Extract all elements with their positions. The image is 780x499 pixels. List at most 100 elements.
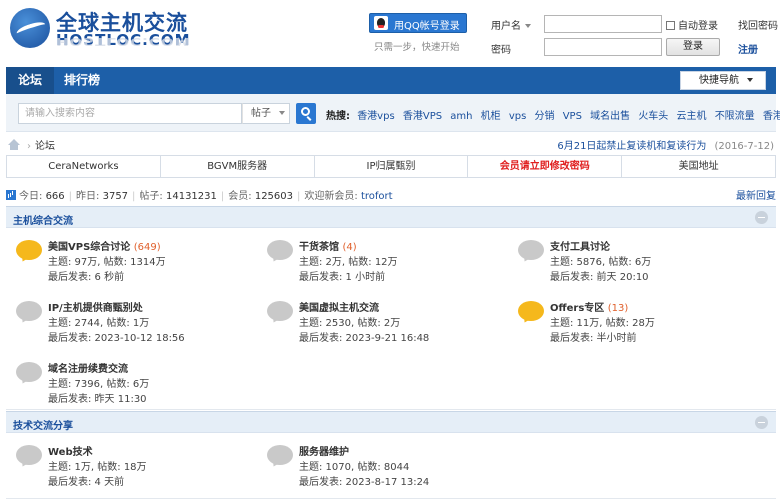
forum-stats: 主题: 11万, 帖数: 28万 — [550, 318, 655, 329]
breadcrumb-current[interactable]: 论坛 — [35, 141, 55, 152]
stat-members-label: 会员: — [228, 191, 252, 202]
featured-links: CeraNetworks BGVM服务器 IP归属甄别 会员请立即修改密码 美国… — [6, 155, 776, 178]
forum-name[interactable]: 干货茶馆 — [299, 242, 339, 253]
globe-logo-icon — [10, 8, 50, 48]
forum-last-post[interactable]: 最后发表: 前天 20:10 — [550, 268, 649, 283]
hot-keyword[interactable]: 机柜 — [481, 111, 501, 122]
forum-name[interactable]: 美国VPS综合讨论 — [48, 242, 130, 253]
forum-today-count: (4) — [342, 242, 357, 253]
search-type-select[interactable]: 帖子 — [242, 103, 290, 124]
chevron-down-icon — [747, 78, 753, 82]
forum-item[interactable]: 美国虚拟主机交流 主题: 2530, 帖数: 2万 最后发表: 2023-9-2… — [265, 299, 515, 349]
stat-today: 666 — [45, 191, 65, 202]
stat-posts-label: 帖子: — [139, 191, 163, 202]
forum-name[interactable]: 支付工具讨论 — [550, 242, 610, 253]
login-button[interactable]: 登录 — [666, 38, 720, 56]
featured-link[interactable]: IP归属甄别 — [315, 156, 469, 177]
search-bar: 请输入搜索内容 帖子 热搜: 香港vps 香港VPS amh 机柜 vps 分销… — [6, 94, 780, 132]
category-forums: Web技术 主题: 1万, 帖数: 18万 最后发表: 4 天前 服务器维护 主… — [6, 433, 776, 499]
forum-last-post[interactable]: 最后发表: 1 小时前 — [299, 268, 385, 283]
hot-search: 热搜: 香港vps 香港VPS amh 机柜 vps 分销 VPS 域名出售 火… — [326, 107, 780, 122]
category-forums: 美国VPS综合讨论 (649) 主题: 97万, 帖数: 1314万 最后发表:… — [6, 228, 776, 410]
forum-bubble-icon — [16, 362, 42, 382]
qq-login-button[interactable]: 用QQ帐号登录 — [369, 13, 467, 33]
forum-name[interactable]: Offers专区 — [550, 303, 604, 314]
site-logo[interactable]: 全球主机交流 HOSTLOC.COM HOSTLOC.COM — [6, 4, 206, 64]
quick-nav-button[interactable]: 快捷导航 — [680, 71, 766, 90]
forum-last-post[interactable]: 最后发表: 半小时前 — [550, 329, 637, 344]
forum-last-post[interactable]: 最后发表: 4 天前 — [48, 473, 124, 488]
hot-keyword[interactable]: 香港服务器 — [763, 111, 780, 122]
forum-item[interactable]: 域名注册续费交流 主题: 7396, 帖数: 6万 最后发表: 昨天 11:30 — [14, 360, 264, 410]
featured-link[interactable]: BGVM服务器 — [161, 156, 315, 177]
auto-login-checkbox[interactable] — [666, 21, 675, 30]
forum-stats: 主题: 2万, 帖数: 12万 — [299, 257, 398, 268]
hot-keyword[interactable]: 云主机 — [677, 111, 707, 122]
forum-item[interactable]: Web技术 主题: 1万, 帖数: 18万 最后发表: 4 天前 — [14, 443, 264, 493]
main-nav: 论坛 排行榜 快捷导航 — [6, 67, 776, 94]
hot-keyword[interactable]: 域名出售 — [590, 111, 630, 122]
featured-link[interactable]: CeraNetworks — [7, 156, 161, 177]
hot-keyword[interactable]: 香港vps — [357, 111, 394, 122]
forum-name[interactable]: 域名注册续费交流 — [48, 364, 128, 375]
hot-keyword[interactable]: VPS — [563, 111, 582, 122]
search-button[interactable] — [296, 103, 316, 124]
site-header: 全球主机交流 HOSTLOC.COM HOSTLOC.COM 用QQ帐号登录 只… — [0, 0, 780, 66]
stat-posts: 14131231 — [165, 191, 217, 202]
forum-last-post[interactable]: 最后发表: 6 秒前 — [48, 268, 124, 283]
auto-login-toggle[interactable]: 自动登录 — [666, 17, 718, 32]
announcement-date: (2016-7-12) — [714, 141, 774, 152]
forum-last-post[interactable]: 最后发表: 2023-8-17 13:24 — [299, 473, 429, 488]
featured-link-alert[interactable]: 会员请立即修改密码 — [468, 156, 623, 177]
breadcrumb: › 论坛 — [8, 137, 55, 152]
username-input[interactable] — [544, 15, 662, 33]
hot-keyword[interactable]: 香港VPS — [403, 111, 442, 122]
forum-name[interactable]: 服务器维护 — [299, 447, 349, 458]
category-title[interactable]: 主机综合交流 — [13, 212, 73, 227]
password-input[interactable] — [544, 38, 662, 56]
forum-name[interactable]: IP/主机提供商甄别处 — [48, 303, 143, 314]
home-icon[interactable] — [8, 139, 20, 150]
forum-item[interactable]: 支付工具讨论 主题: 5876, 帖数: 6万 最后发表: 前天 20:10 — [516, 238, 766, 288]
hot-keyword[interactable]: 火车头 — [638, 111, 668, 122]
collapse-icon[interactable] — [755, 416, 768, 429]
nav-item-ranking[interactable]: 排行榜 — [52, 67, 112, 94]
category-title[interactable]: 技术交流分享 — [13, 417, 73, 432]
quick-nav-label: 快捷导航 — [699, 75, 739, 86]
forum-name[interactable]: 美国虚拟主机交流 — [299, 303, 379, 314]
forum-item[interactable]: IP/主机提供商甄别处 主题: 2744, 帖数: 1万 最后发表: 2023-… — [14, 299, 264, 349]
hot-keyword[interactable]: 不限流量 — [715, 111, 755, 122]
forum-item[interactable]: 美国VPS综合讨论 (649) 主题: 97万, 帖数: 1314万 最后发表:… — [14, 238, 264, 288]
password-label: 密码 — [491, 45, 511, 56]
forum-last-post[interactable]: 最后发表: 昨天 11:30 — [48, 390, 147, 405]
search-type-label: 帖子 — [251, 108, 271, 119]
forum-last-post[interactable]: 最后发表: 2023-10-12 18:56 — [48, 329, 185, 344]
forum-stats: 主题: 5876, 帖数: 6万 — [550, 257, 652, 268]
nav-item-forum[interactable]: 论坛 — [6, 67, 55, 94]
announcement-link[interactable]: 6月21日起禁止复读机和复读行为 — [557, 141, 706, 152]
forum-item[interactable]: 服务器维护 主题: 1070, 帖数: 8044 最后发表: 2023-8-17… — [265, 443, 515, 493]
featured-link[interactable]: 美国地址 — [622, 156, 775, 177]
forum-today-count: (13) — [607, 303, 629, 314]
hot-keyword[interactable]: 分销 — [535, 111, 555, 122]
register-link[interactable]: 注册 — [738, 41, 758, 56]
forum-name[interactable]: Web技术 — [48, 447, 93, 458]
forum-last-post[interactable]: 最后发表: 2023-9-21 16:48 — [299, 329, 429, 344]
category-block: 主机综合交流 美国VPS综合讨论 (649) 主题: 97万, 帖数: 1314… — [6, 206, 776, 410]
latest-replies-link[interactable]: 最新回复 — [736, 187, 776, 202]
chevron-down-icon — [525, 24, 531, 28]
search-icon — [301, 107, 310, 116]
forum-item[interactable]: 干货茶馆 (4) 主题: 2万, 帖数: 12万 最后发表: 1 小时前 — [265, 238, 515, 288]
find-password-link[interactable]: 找回密码 — [738, 17, 778, 32]
username-type-select[interactable]: 用户名 — [491, 17, 531, 32]
hot-keyword[interactable]: vps — [509, 111, 526, 122]
welcome-label: 欢迎新会员: — [304, 191, 358, 202]
search-input[interactable]: 请输入搜索内容 — [18, 103, 242, 124]
announcement: 6月21日起禁止复读机和复读行为 (2016-7-12) — [557, 137, 774, 152]
new-member-link[interactable]: trofort — [361, 191, 393, 202]
qq-login-tip: 只需一步，快速开始 — [374, 42, 460, 53]
forum-item[interactable]: Offers专区 (13) 主题: 11万, 帖数: 28万 最后发表: 半小时… — [516, 299, 766, 349]
hot-keyword[interactable]: amh — [450, 111, 472, 122]
category-header: 技术交流分享 — [6, 411, 776, 433]
collapse-icon[interactable] — [755, 211, 768, 224]
